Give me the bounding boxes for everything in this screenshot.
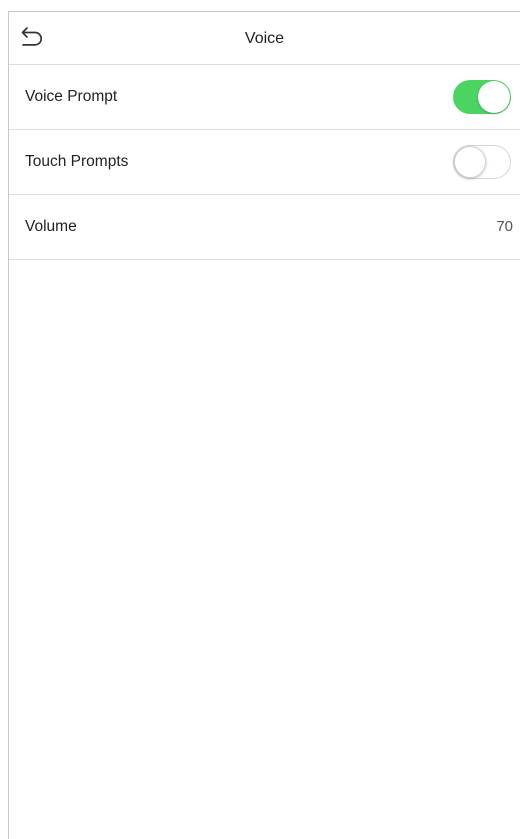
volume-value: 70 (496, 218, 513, 235)
toggle-knob (478, 81, 510, 113)
setting-label-volume: Volume (25, 218, 77, 235)
setting-row-touch-prompts[interactable]: Touch Prompts (9, 130, 520, 195)
setting-row-voice-prompt[interactable]: Voice Prompt (9, 65, 520, 130)
toggle-knob (453, 145, 486, 178)
voice-settings-screen: Voice Voice Prompt Touch Prompts Volume … (8, 11, 520, 839)
setting-label-voice-prompt: Voice Prompt (25, 88, 118, 105)
setting-row-volume[interactable]: Volume 70 (9, 195, 520, 260)
voice-prompt-toggle[interactable] (453, 80, 511, 114)
page-title: Voice (244, 30, 285, 47)
setting-label-touch-prompts: Touch Prompts (25, 153, 129, 170)
header-bar: Voice (9, 12, 520, 65)
touch-prompts-toggle[interactable] (453, 145, 511, 179)
